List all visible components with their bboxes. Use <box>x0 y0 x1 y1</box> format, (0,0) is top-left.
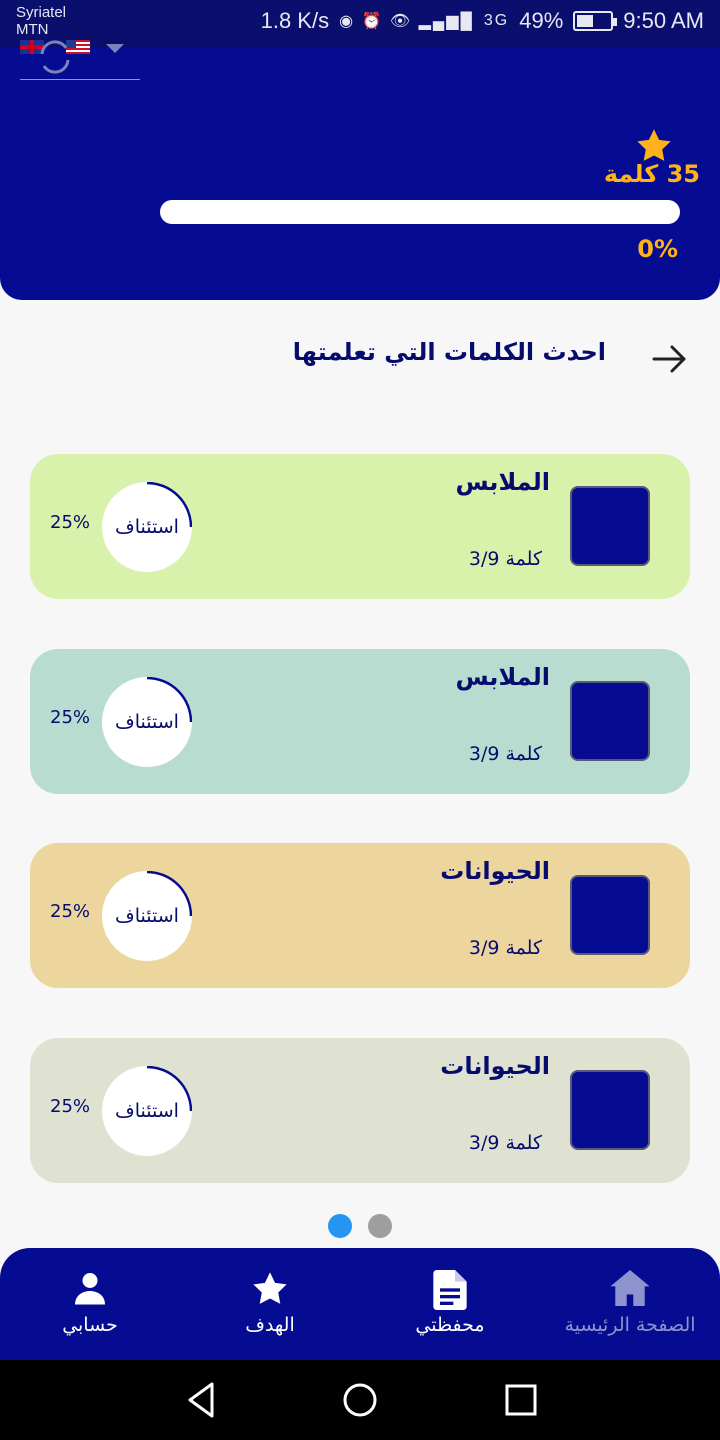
lesson-title: الملابس <box>455 663 551 691</box>
pager-dot-1[interactable] <box>328 1214 352 1238</box>
nav-wallet[interactable]: محفظتي <box>395 1248 505 1360</box>
lesson-percent: 25% <box>50 901 91 922</box>
resume-label: استئناف <box>115 905 179 927</box>
sync-icon <box>40 40 70 74</box>
lesson-word-count: كلمة 3/9 <box>468 743 542 765</box>
network-speed: 1.8 K/s <box>260 8 330 33</box>
pager-dot-2[interactable] <box>368 1214 392 1238</box>
lesson-card[interactable]: الحيوانات كلمة 3/9 استئناف 25% <box>30 843 690 988</box>
lesson-card[interactable]: الملابس كلمة 3/9 استئناف 25% <box>30 649 690 794</box>
home-circle-icon[interactable] <box>342 1380 378 1420</box>
home-icon <box>610 1270 650 1306</box>
system-nav-bar <box>0 1360 720 1440</box>
lesson-percent: 25% <box>50 707 91 728</box>
network-type: 3G <box>483 12 510 29</box>
lesson-thumbnail <box>570 681 650 761</box>
lesson-percent: 25% <box>50 512 91 533</box>
lesson-word-count: كلمة 3/9 <box>468 937 542 959</box>
resume-button[interactable]: استئناف <box>102 482 192 572</box>
nav-account-label: حسابي <box>62 1314 118 1336</box>
resume-label: استئناف <box>115 516 179 538</box>
resume-label: استئناف <box>115 711 179 733</box>
chevron-down-icon <box>106 44 124 53</box>
nav-home[interactable]: الصفحة الرئيسية <box>540 1248 720 1360</box>
star-icon <box>253 1272 287 1304</box>
battery-percent: 49% <box>519 8 564 33</box>
user-icon <box>75 1273 105 1305</box>
lesson-title: الحيوانات <box>440 857 550 885</box>
document-icon <box>433 1270 467 1310</box>
lesson-thumbnail <box>570 1070 650 1150</box>
resume-button[interactable]: استئناف <box>102 677 192 767</box>
language-selector[interactable] <box>20 36 140 80</box>
nav-goal-label: الهدف <box>245 1314 295 1336</box>
signal-icons: ◉ ⏰ 👁 ▂▄▆█ <box>339 13 474 30</box>
clock: 9:50 AM <box>623 8 704 33</box>
header: Syriatel MTN 1.8 K/s ◉ ⏰ 👁 ▂▄▆█ 3G 49% 9… <box>0 0 720 300</box>
back-icon[interactable] <box>184 1380 218 1420</box>
carrier-1: Syriatel <box>16 4 67 21</box>
lesson-title: الحيوانات <box>440 1052 550 1080</box>
lesson-word-count: كلمة 3/9 <box>468 548 542 570</box>
lesson-card[interactable]: الحيوانات كلمة 3/9 استئناف 25% <box>30 1038 690 1183</box>
lesson-thumbnail <box>570 486 650 566</box>
recents-icon[interactable] <box>504 1380 538 1420</box>
lesson-title: الملابس <box>455 468 551 496</box>
word-count: 35 كلمة <box>603 160 700 188</box>
lesson-word-count: كلمة 3/9 <box>468 1132 542 1154</box>
nav-wallet-label: محفظتي <box>415 1314 485 1336</box>
progress-percent: 0% <box>637 235 678 263</box>
bottom-nav: حسابي الهدف محفظتي الصفحة الرئيسية <box>0 1248 720 1360</box>
resume-button[interactable]: استئناف <box>102 1066 192 1156</box>
nav-home-label: الصفحة الرئيسية <box>564 1314 696 1336</box>
resume-label: استئناف <box>115 1100 179 1122</box>
section-title: احدث الكلمات التي تعلمتها <box>292 338 606 366</box>
carrier-info: Syriatel MTN <box>16 4 66 38</box>
status-icons: 1.8 K/s ◉ ⏰ 👁 ▂▄▆█ 3G 49% 9:50 AM <box>261 8 704 34</box>
resume-button[interactable]: استئناف <box>102 871 192 961</box>
progress-bar <box>160 200 680 224</box>
arrow-right-icon[interactable] <box>650 339 690 379</box>
lesson-percent: 25% <box>50 1096 91 1117</box>
nav-goal[interactable]: الهدف <box>220 1248 320 1360</box>
nav-account[interactable]: حسابي <box>40 1248 140 1360</box>
lesson-thumbnail <box>570 875 650 955</box>
battery-icon <box>573 11 618 31</box>
lesson-card[interactable]: الملابس كلمة 3/9 استئناف 25% <box>30 454 690 599</box>
